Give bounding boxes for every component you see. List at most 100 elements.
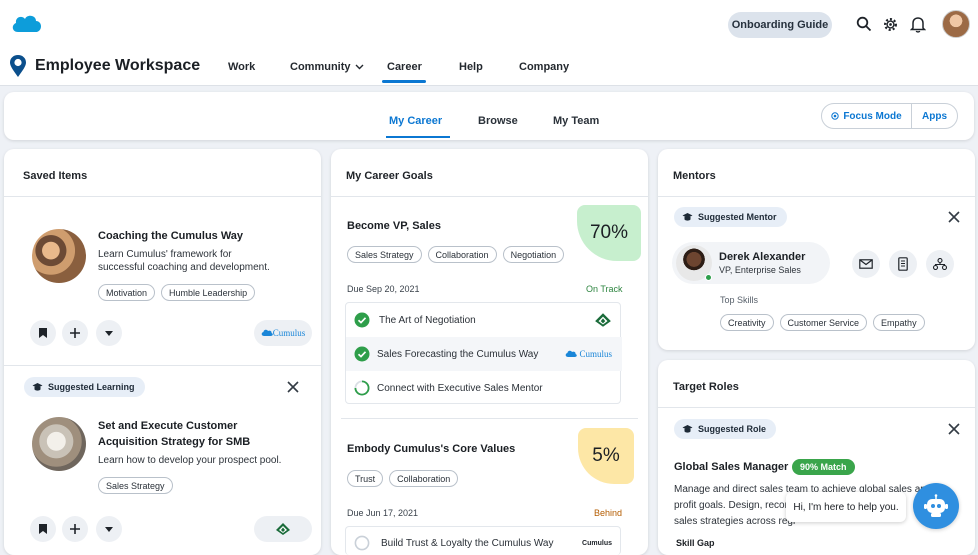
empty-circle-icon bbox=[354, 535, 370, 551]
tag-pill[interactable]: Collaboration bbox=[427, 246, 497, 263]
more-options-button[interactable] bbox=[96, 320, 122, 346]
plus-icon bbox=[70, 328, 80, 338]
saved-item-title[interactable]: Coaching the Cumulus Way bbox=[98, 230, 243, 242]
goal-task-list: Build Trust & Loyalty the Cumulus Way Cu… bbox=[345, 526, 621, 555]
task-item[interactable]: Sales Forecasting the Cumulus Way Cumulu… bbox=[346, 337, 622, 371]
online-status-dot bbox=[705, 274, 712, 281]
mentor-org-chart-button[interactable] bbox=[926, 250, 954, 278]
career-subnav: My Career Browse My Team Focus Mode Apps bbox=[4, 92, 974, 140]
nav-work[interactable]: Work bbox=[228, 61, 255, 73]
suggested-item-title-line2: Acquisition Strategy for SMB bbox=[98, 436, 251, 448]
leaf-logo-icon bbox=[595, 313, 611, 327]
mentor-name: Derek Alexander bbox=[719, 251, 806, 263]
add-button[interactable] bbox=[62, 516, 88, 542]
org-chart-icon bbox=[933, 258, 947, 270]
close-icon[interactable] bbox=[947, 422, 961, 436]
mentor-card[interactable]: Derek Alexander VP, Enterprise Sales bbox=[672, 242, 830, 284]
plus-icon bbox=[70, 524, 80, 534]
mail-icon bbox=[859, 259, 873, 269]
tab-my-career[interactable]: My Career bbox=[389, 115, 442, 127]
saved-items-panel: Saved Items Coaching the Cumulus Way Lea… bbox=[4, 149, 321, 555]
apps-button[interactable]: Apps bbox=[912, 104, 957, 128]
saved-items-title: Saved Items bbox=[23, 170, 88, 182]
goal-title[interactable]: Become VP, Sales bbox=[347, 220, 441, 232]
add-button[interactable] bbox=[62, 320, 88, 346]
location-pin-icon bbox=[10, 55, 26, 77]
tab-my-team[interactable]: My Team bbox=[553, 115, 599, 127]
mentor-role: VP, Enterprise Sales bbox=[719, 265, 801, 275]
target-roles-title: Target Roles bbox=[673, 381, 739, 393]
nav-community[interactable]: Community bbox=[290, 61, 364, 73]
top-header: Onboarding Guide Employee Workspace Work… bbox=[0, 0, 978, 86]
goal-tags: Sales Strategy Collaboration Negotiation bbox=[347, 246, 565, 263]
focus-mode-button[interactable]: Focus Mode bbox=[822, 104, 912, 128]
tag-pill[interactable]: Humble Leadership bbox=[161, 284, 256, 301]
bell-icon[interactable] bbox=[908, 14, 928, 34]
cumulus-cloud-icon bbox=[261, 329, 273, 336]
gear-icon[interactable] bbox=[880, 14, 900, 34]
suggested-item-title[interactable]: Set and Execute Customer Acquisition Str… bbox=[98, 418, 250, 450]
role-title[interactable]: Global Sales Manager bbox=[674, 461, 788, 473]
provider-logo: Cumulus bbox=[565, 349, 612, 359]
tag-pill[interactable]: Sales Strategy bbox=[347, 246, 422, 263]
onboarding-guide-button[interactable]: Onboarding Guide bbox=[728, 12, 832, 38]
tag-pill[interactable]: Negotiation bbox=[502, 246, 565, 263]
saved-item-desc-line2: successful coaching and development. bbox=[98, 262, 270, 273]
close-icon[interactable] bbox=[286, 380, 300, 394]
more-options-button[interactable] bbox=[96, 516, 122, 542]
task-label: Sales Forecasting the Cumulus Way bbox=[377, 348, 539, 360]
panel-divider bbox=[4, 196, 321, 197]
salesforce-cloud-logo[interactable] bbox=[10, 12, 44, 36]
nav-company[interactable]: Company bbox=[519, 61, 569, 73]
app-title: Employee Workspace bbox=[35, 57, 201, 74]
goal-title[interactable]: Embody Cumulus's Core Values bbox=[347, 443, 515, 455]
badge-card-icon bbox=[898, 257, 908, 271]
suggested-role-label: Suggested Role bbox=[698, 424, 767, 434]
task-item[interactable]: Build Trust & Loyalty the Cumulus Way Cu… bbox=[346, 527, 622, 555]
caret-down-icon bbox=[105, 526, 113, 532]
task-label: Connect with Executive Sales Mentor bbox=[377, 382, 543, 394]
tag-pill[interactable]: Trust bbox=[347, 470, 384, 487]
search-icon[interactable] bbox=[854, 14, 874, 34]
email-mentor-button[interactable] bbox=[852, 250, 880, 278]
tag-pill[interactable]: Collaboration bbox=[389, 470, 459, 487]
skill-pill[interactable]: Creativity bbox=[720, 314, 774, 331]
skill-pill[interactable]: Empathy bbox=[873, 314, 925, 331]
check-circle-icon bbox=[354, 312, 370, 328]
assistant-bot-button[interactable] bbox=[913, 483, 959, 529]
provider-logo-text: Cumulus bbox=[579, 349, 612, 359]
bookmark-icon bbox=[39, 328, 47, 338]
close-icon[interactable] bbox=[947, 210, 961, 224]
strategy-thumbnail bbox=[32, 417, 86, 471]
skill-pill[interactable]: Customer Service bbox=[779, 314, 868, 331]
graduation-cap-icon bbox=[682, 213, 693, 221]
tag-pill[interactable]: Sales Strategy bbox=[98, 477, 173, 494]
graduation-cap-icon bbox=[682, 425, 693, 433]
goal-tags: Trust Collaboration bbox=[347, 470, 459, 487]
nav-help[interactable]: Help bbox=[459, 61, 483, 73]
user-avatar[interactable] bbox=[942, 10, 970, 38]
saved-item-desc-line1: Learn Cumulus' framework for bbox=[98, 249, 232, 260]
goal-due-date: Due Sep 20, 2021 bbox=[347, 284, 420, 294]
suggested-item-tags: Sales Strategy bbox=[98, 477, 173, 494]
career-goals-title: My Career Goals bbox=[346, 170, 433, 182]
mentor-profile-button[interactable] bbox=[889, 250, 917, 278]
robot-icon bbox=[924, 494, 948, 517]
suggested-mentor-label: Suggested Mentor bbox=[698, 212, 777, 222]
suggested-learning-badge: Suggested Learning bbox=[24, 377, 145, 397]
top-skills-label: Top Skills bbox=[720, 295, 759, 305]
panel-divider bbox=[4, 365, 321, 366]
bookmark-button[interactable] bbox=[30, 516, 56, 542]
task-item[interactable]: The Art of Negotiation bbox=[346, 303, 622, 337]
assistant-chat-bubble[interactable]: Hi, I'm here to help you. bbox=[786, 492, 906, 522]
graduation-cap-icon bbox=[32, 383, 43, 391]
nav-career[interactable]: Career bbox=[387, 61, 422, 73]
tag-pill[interactable]: Motivation bbox=[98, 284, 156, 301]
tab-active-indicator bbox=[386, 136, 450, 138]
provider-logo-pill: Cumulus bbox=[254, 320, 312, 346]
task-item[interactable]: Connect with Executive Sales Mentor bbox=[346, 371, 622, 405]
bookmark-button[interactable] bbox=[30, 320, 56, 346]
check-circle-icon bbox=[354, 346, 370, 362]
tab-browse[interactable]: Browse bbox=[478, 115, 518, 127]
skill-gap-label: Skill Gap bbox=[676, 538, 715, 548]
